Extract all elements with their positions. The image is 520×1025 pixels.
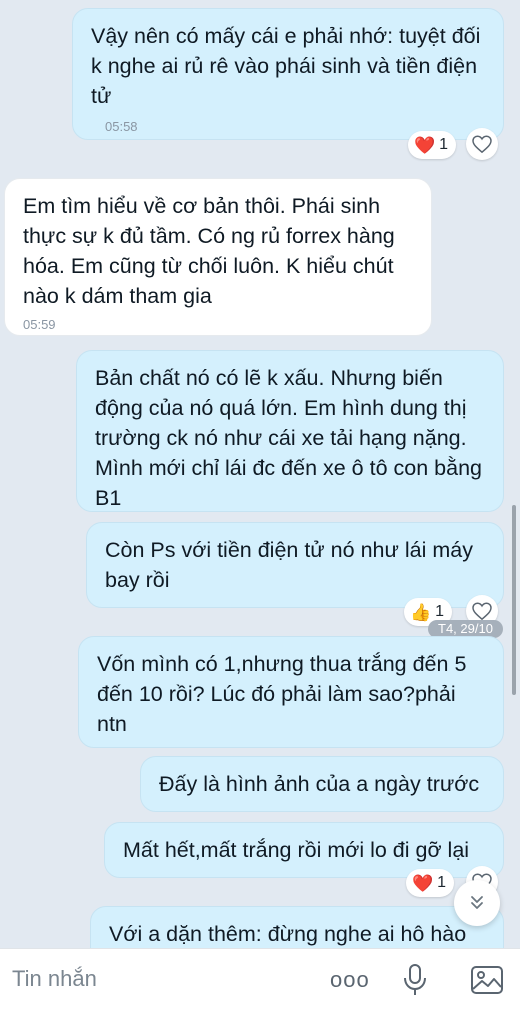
voice-message-button[interactable]: [402, 963, 428, 1002]
message-bubble-incoming[interactable]: Em tìm hiểu về cơ bản thôi. Phái sinh th…: [4, 178, 432, 336]
send-image-button[interactable]: [470, 965, 504, 1000]
reaction-count: 1: [439, 136, 449, 153]
message-text: Với a dặn thêm: đừng nghe ai hô hào: [109, 922, 467, 946]
more-options-button[interactable]: ooo: [330, 967, 370, 993]
image-icon: [471, 966, 503, 994]
heart-outline-icon: [472, 602, 492, 620]
message-text: Mất hết,mất trắng rồi mới lo đi gỡ lại: [123, 838, 470, 862]
message-text: Đấy là hình ảnh của a ngày trước: [159, 772, 480, 796]
message-text: Em tìm hiểu về cơ bản thôi. Phái sinh th…: [23, 194, 395, 308]
microphone-icon: [404, 964, 426, 995]
like-button[interactable]: [466, 128, 498, 160]
heart-emoji-icon: ❤️: [412, 873, 434, 893]
message-bubble-outgoing[interactable]: Vốn mình có 1,nhưng thua trắng đến 5 đến…: [78, 636, 504, 748]
message-bubble-outgoing[interactable]: Vậy nên có mấy cái e phải nhớ: tuyệt đối…: [72, 8, 504, 140]
heart-emoji-icon: ❤️: [414, 135, 436, 155]
message-time: 05:59: [23, 317, 56, 332]
message-text: Bản chất nó có lẽ k xấu. Nhưng biến động…: [95, 366, 482, 510]
reaction-badge[interactable]: ❤️ 1: [406, 869, 455, 897]
chevron-double-down-icon: [471, 896, 483, 909]
message-bubble-outgoing[interactable]: Còn Ps với tiền điện tử nó như lái máy b…: [86, 522, 504, 608]
message-text: Vốn mình có 1,nhưng thua trắng đến 5 đến…: [97, 652, 467, 736]
reaction-count: 1: [437, 874, 447, 891]
message-input[interactable]: Tin nhắn: [12, 966, 97, 992]
composer-bar: Tin nhắn ooo: [0, 948, 520, 1025]
heart-outline-icon: [472, 135, 492, 153]
message-bubble-outgoing[interactable]: Bản chất nó có lẽ k xấu. Nhưng biến động…: [76, 350, 504, 512]
reaction-badge[interactable]: ❤️ 1: [408, 131, 457, 159]
reaction-count: 1: [435, 603, 445, 620]
scroll-to-bottom-button[interactable]: [454, 880, 500, 926]
message-bubble-outgoing[interactable]: Đấy là hình ảnh của a ngày trước: [140, 756, 504, 812]
thumbs-up-emoji-icon: 👍: [410, 602, 432, 622]
message-text: Còn Ps với tiền điện tử nó như lái máy b…: [105, 538, 473, 592]
message-text: Vậy nên có mấy cái e phải nhớ: tuyệt đối…: [91, 24, 481, 108]
scrollbar[interactable]: [512, 505, 516, 695]
more-icon: ooo: [330, 967, 370, 992]
